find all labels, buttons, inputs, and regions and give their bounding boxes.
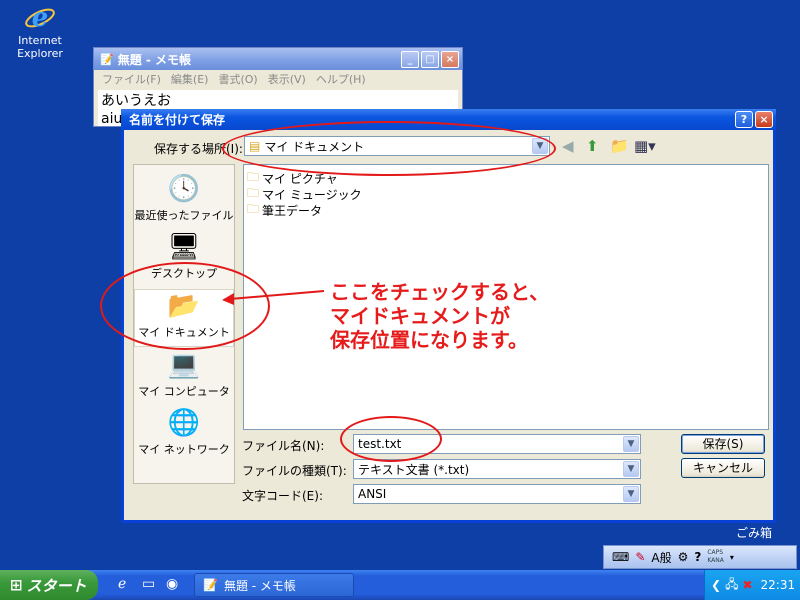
my-network-icon: 🌐 bbox=[167, 408, 201, 438]
filename-label: ファイル名(N): bbox=[242, 439, 325, 453]
menu-format[interactable]: 書式(O) bbox=[218, 71, 257, 87]
caps-label: CAPS bbox=[707, 549, 724, 556]
save-button[interactable]: 保存(S) bbox=[681, 434, 765, 454]
my-computer-icon: 💻 bbox=[167, 350, 201, 380]
ime-pad-icon[interactable]: ✎ bbox=[635, 550, 645, 564]
notepad-menubar: ファイル(F) 編集(E) 書式(O) 表示(V) ヘルプ(H) bbox=[94, 70, 462, 88]
annotation-arrow-icon bbox=[222, 290, 325, 305]
network-icon[interactable]: 🖧 bbox=[725, 575, 738, 596]
notepad-app-icon: 📝 bbox=[100, 52, 114, 66]
list-item[interactable]: 🗀 筆王データ bbox=[247, 200, 322, 221]
tray-expand-icon[interactable]: ❮ bbox=[711, 578, 721, 592]
folder-icon: 🗀 bbox=[247, 202, 260, 216]
new-folder-icon[interactable]: 📁 bbox=[610, 137, 629, 155]
highlight-save-in bbox=[222, 121, 556, 176]
place-my-computer[interactable]: 💻 マイ コンピュータ bbox=[134, 349, 234, 399]
language-bar[interactable]: ⌨ ✎ A般 ⚙ ? CAPS KANA ▾ bbox=[603, 545, 797, 569]
minimize-button[interactable]: _ bbox=[401, 50, 419, 68]
tools-icon[interactable]: ⚙ bbox=[678, 550, 689, 564]
start-button[interactable]: ⊞ スタート bbox=[0, 570, 98, 600]
view-menu-icon[interactable]: ▦▾ bbox=[634, 137, 656, 155]
annotation-text: ここをチェックすると、 マイドキュメントが 保存位置になります。 bbox=[330, 280, 549, 352]
taskbar-item-notepad[interactable]: 📝 無題 - メモ帳 bbox=[194, 573, 354, 597]
quicklaunch-show-desktop-icon[interactable]: ▭ bbox=[142, 576, 155, 592]
encoding-label: 文字コード(E): bbox=[242, 489, 323, 503]
place-recent[interactable]: 🕓 最近使ったファイル bbox=[134, 173, 234, 223]
start-label: スタート bbox=[26, 576, 87, 595]
help-icon[interactable]: ? bbox=[694, 550, 701, 564]
notepad-titlebar[interactable]: 📝 無題 - メモ帳 _ □ × bbox=[94, 48, 462, 70]
dialog-close-button[interactable]: × bbox=[755, 111, 773, 128]
notepad-app-icon: 📝 bbox=[203, 578, 218, 592]
menu-file[interactable]: ファイル(F) bbox=[102, 71, 161, 87]
keyboard-icon[interactable]: ⌨ bbox=[612, 550, 629, 564]
menu-view[interactable]: 表示(V) bbox=[268, 71, 306, 87]
system-tray: ❮ 🖧 ✖ 22:31 bbox=[704, 570, 800, 600]
langbar-options-icon[interactable]: ▾ bbox=[730, 553, 734, 562]
place-label: マイ コンピュータ bbox=[138, 385, 230, 398]
notepad-line: あいうえお bbox=[101, 93, 171, 109]
svg-text:e: e bbox=[32, 3, 49, 33]
quicklaunch-ie-icon[interactable]: ℯ bbox=[118, 576, 126, 592]
quicklaunch-media-icon[interactable]: ◉ bbox=[166, 576, 178, 592]
internet-explorer-label: Internet Explorer bbox=[17, 34, 63, 60]
maximize-button[interactable]: □ bbox=[421, 50, 439, 68]
file-name: 筆王データ bbox=[262, 204, 323, 218]
highlight-filename bbox=[340, 416, 442, 462]
annotation-line: ここをチェックすると、 bbox=[330, 280, 550, 304]
kana-label: KANA bbox=[707, 557, 724, 564]
input-mode-text[interactable]: A般 bbox=[651, 549, 671, 566]
cancel-button[interactable]: キャンセル bbox=[681, 458, 765, 478]
taskbar: ⊞ スタート ℯ ▭ ◉ 📝 無題 - メモ帳 ❮ 🖧 ✖ 22:31 bbox=[0, 570, 800, 600]
internet-explorer-desktop-icon[interactable]: e Internet Explorer bbox=[10, 2, 70, 60]
recent-files-icon: 🕓 bbox=[167, 174, 201, 204]
chevron-down-icon[interactable]: ▼ bbox=[623, 461, 639, 477]
menu-help[interactable]: ヘルプ(H) bbox=[316, 71, 366, 87]
encoding-select[interactable]: ANSI ▼ bbox=[353, 484, 641, 504]
place-label: マイ ネットワーク bbox=[138, 443, 230, 456]
encoding-value: ANSI bbox=[358, 487, 387, 501]
place-my-network[interactable]: 🌐 マイ ネットワーク bbox=[134, 407, 234, 457]
close-button[interactable]: × bbox=[441, 50, 459, 68]
menu-edit[interactable]: 編集(E) bbox=[171, 71, 209, 87]
filetype-select[interactable]: テキスト文書 (*.txt) ▼ bbox=[353, 459, 641, 479]
back-icon[interactable]: ◀ bbox=[562, 137, 574, 155]
task-label: 無題 - メモ帳 bbox=[223, 578, 296, 593]
windows-logo-icon: ⊞ bbox=[10, 576, 23, 594]
desktop-icon: 🖥 bbox=[167, 232, 201, 262]
help-button[interactable]: ? bbox=[735, 111, 753, 128]
internet-explorer-icon: e bbox=[25, 3, 55, 33]
place-label: 最近使ったファイル bbox=[134, 209, 234, 222]
security-alert-icon[interactable]: ✖ bbox=[742, 578, 752, 592]
filetype-label: ファイルの種類(T): bbox=[242, 464, 347, 478]
notepad-title: 無題 - メモ帳 bbox=[117, 52, 192, 67]
caps-kana-indicator: CAPS KANA bbox=[707, 549, 724, 565]
up-folder-icon[interactable]: ⬆ bbox=[586, 137, 599, 155]
chevron-down-icon[interactable]: ▼ bbox=[623, 486, 639, 502]
chevron-down-icon[interactable]: ▼ bbox=[623, 436, 639, 452]
annotation-line: マイドキュメントが bbox=[330, 304, 510, 328]
filetype-value: テキスト文書 (*.txt) bbox=[358, 462, 470, 477]
dialog-title: 名前を付けて保存 bbox=[129, 113, 226, 127]
annotation-line: 保存位置になります。 bbox=[330, 328, 528, 352]
recycle-bin-label[interactable]: ごみ箱 bbox=[736, 524, 772, 541]
clock[interactable]: 22:31 bbox=[761, 578, 796, 592]
